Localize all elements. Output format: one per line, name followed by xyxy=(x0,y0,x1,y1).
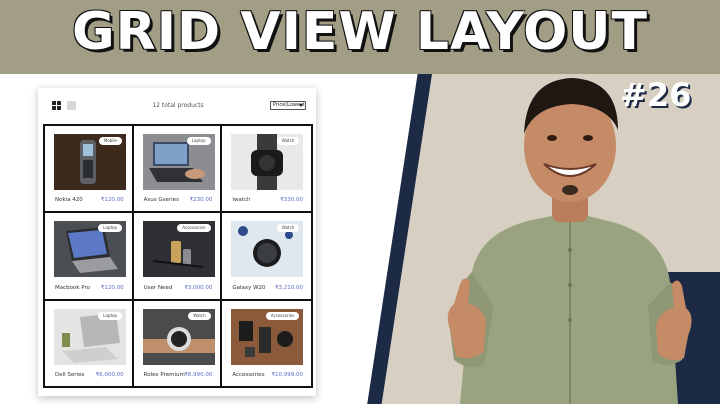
product-card[interactable]: Watch Rolex Premium ₹6,990.00 xyxy=(133,300,223,388)
product-name: User Need xyxy=(143,284,173,291)
product-tag: Laptop xyxy=(186,137,211,145)
product-price: ₹10,999.00 xyxy=(271,372,303,378)
product-image: Laptop xyxy=(142,134,215,190)
product-tag: Watch xyxy=(188,311,211,320)
product-tag: Mobile xyxy=(98,137,122,145)
product-name: Asus Gseries xyxy=(143,197,179,204)
product-price: ₹3,210.00 xyxy=(274,284,303,291)
product-name: Galaxy W20 xyxy=(232,284,266,291)
product-price: ₹230.00 xyxy=(189,197,213,204)
product-image: Laptop xyxy=(54,221,126,278)
product-image: Mobile xyxy=(54,134,126,190)
grid-icon[interactable] xyxy=(52,101,61,110)
product-price: ₹330.00 xyxy=(280,197,303,204)
product-name: Rolex Premium xyxy=(143,372,185,378)
product-card[interactable]: Laptop Macbook Pro ₹120.00 xyxy=(45,213,134,301)
product-name: Nokia 420 xyxy=(55,197,83,204)
product-name: Macbook Pro xyxy=(55,284,91,291)
product-image: Laptop xyxy=(54,308,126,365)
product-tag: Laptop xyxy=(98,311,122,320)
product-grid-app: 12 total products Price(Lowest) Mobile N… xyxy=(38,88,316,396)
product-tag: Laptop xyxy=(98,224,122,233)
product-price: ₹3,000.00 xyxy=(184,284,213,291)
product-image: Accessories xyxy=(142,221,215,278)
product-card[interactable]: Mobile Nokia 420 ₹120.00 xyxy=(45,126,134,214)
product-name: Accessories xyxy=(232,372,265,378)
product-image: Watch xyxy=(142,308,215,365)
sort-select[interactable]: Price(Lowest) xyxy=(270,101,306,110)
total-products-count: 12 total products xyxy=(152,102,204,109)
product-tag: Watch xyxy=(276,224,300,233)
product-price: ₹120.00 xyxy=(100,197,124,204)
product-card[interactable]: Accessories Accessories ₹10,999.00 xyxy=(222,301,311,388)
list-icon[interactable] xyxy=(67,101,76,110)
product-card[interactable]: Accessories User Need ₹3,000.00 xyxy=(133,213,223,301)
product-card[interactable]: Watch Iwatch ₹330.00 xyxy=(222,126,311,214)
product-grid: Mobile Nokia 420 ₹120.00 Laptop Asus Gse… xyxy=(43,124,313,388)
product-card[interactable]: Watch Galaxy W20 ₹3,210.00 xyxy=(222,213,311,301)
toolbar: 12 total products Price(Lowest) xyxy=(38,88,316,118)
product-image: Accessories xyxy=(231,308,304,365)
product-price: ₹6,000.00 xyxy=(95,372,124,378)
product-tag: Accessories xyxy=(177,224,211,233)
product-name: Dell Series xyxy=(55,372,85,378)
product-price: ₹6,990.00 xyxy=(184,372,213,378)
product-tag: Watch xyxy=(276,137,300,145)
product-card[interactable]: Laptop Dell Series ₹6,000.00 xyxy=(45,300,134,388)
product-price: ₹120.00 xyxy=(100,284,124,291)
product-image: Watch xyxy=(231,221,304,278)
product-image: Watch xyxy=(231,134,304,190)
product-name: Iwatch xyxy=(232,197,251,204)
video-title: GRID VIEW LAYOUT xyxy=(71,2,648,62)
product-card[interactable]: Laptop Asus Gseries ₹230.00 xyxy=(133,126,223,214)
product-tag: Accessories xyxy=(265,311,300,320)
presenter-photo xyxy=(447,78,692,404)
